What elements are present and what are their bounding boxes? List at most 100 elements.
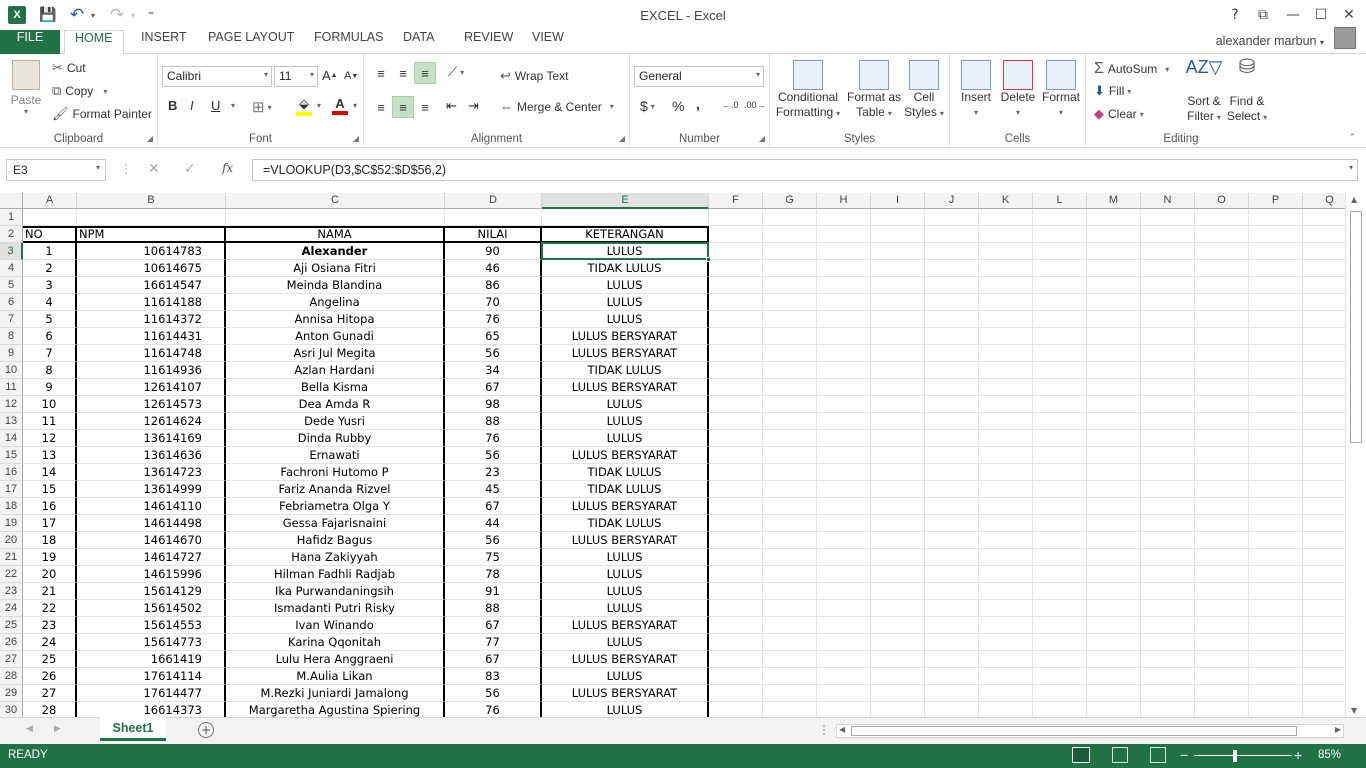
cell-l6[interactable] bbox=[1033, 294, 1087, 311]
tab-data[interactable]: DATA bbox=[393, 30, 444, 54]
cell-c2[interactable]: NAMA bbox=[226, 226, 445, 243]
cell-p4[interactable] bbox=[1249, 260, 1303, 277]
cell-m25[interactable] bbox=[1087, 617, 1141, 634]
cell-a7[interactable]: 5 bbox=[23, 311, 77, 328]
cell-l24[interactable] bbox=[1033, 600, 1087, 617]
cell-m5[interactable] bbox=[1087, 277, 1141, 294]
cell-f9[interactable] bbox=[709, 345, 763, 362]
insert-cells-button[interactable]: Insert ▾ bbox=[956, 60, 996, 120]
cell-m16[interactable] bbox=[1087, 464, 1141, 481]
row-header[interactable]: 5 bbox=[0, 277, 23, 294]
cell-n26[interactable] bbox=[1141, 634, 1195, 651]
cell-d30[interactable]: 76 bbox=[445, 702, 542, 717]
cell-e27[interactable]: LULUS BERSYARAT bbox=[542, 651, 709, 668]
cell-k29[interactable] bbox=[979, 685, 1033, 702]
cell-h29[interactable] bbox=[817, 685, 871, 702]
cell-p16[interactable] bbox=[1249, 464, 1303, 481]
cell-d4[interactable]: 46 bbox=[445, 260, 542, 277]
cell-l8[interactable] bbox=[1033, 328, 1087, 345]
cell-e19[interactable]: TIDAK LULUS bbox=[542, 515, 709, 532]
cell-f15[interactable] bbox=[709, 447, 763, 464]
cell-c28[interactable]: M.Aulia Likan bbox=[226, 668, 445, 685]
align-bottom-icon[interactable]: ≡ bbox=[414, 62, 436, 84]
user-name[interactable]: alexander marbun ▾ bbox=[1216, 34, 1324, 48]
format-cells-button[interactable]: Format ▾ bbox=[1040, 60, 1082, 120]
cell-f29[interactable] bbox=[709, 685, 763, 702]
cell-d11[interactable]: 67 bbox=[445, 379, 542, 396]
cell-q18[interactable] bbox=[1303, 498, 1345, 515]
italic-button[interactable]: I bbox=[190, 98, 194, 113]
cell-k10[interactable] bbox=[979, 362, 1033, 379]
cell-m20[interactable] bbox=[1087, 532, 1141, 549]
cell-b14[interactable]: 13614169 bbox=[77, 430, 226, 447]
cell-o28[interactable] bbox=[1195, 668, 1249, 685]
cell-n16[interactable] bbox=[1141, 464, 1195, 481]
cell-q6[interactable] bbox=[1303, 294, 1345, 311]
cell-o14[interactable] bbox=[1195, 430, 1249, 447]
cell-q26[interactable] bbox=[1303, 634, 1345, 651]
cell-o5[interactable] bbox=[1195, 277, 1249, 294]
cell-a18[interactable]: 16 bbox=[23, 498, 77, 515]
cell-o6[interactable] bbox=[1195, 294, 1249, 311]
cell-b15[interactable]: 13614636 bbox=[77, 447, 226, 464]
cell-h2[interactable] bbox=[817, 226, 871, 243]
cell-o25[interactable] bbox=[1195, 617, 1249, 634]
cell-q12[interactable] bbox=[1303, 396, 1345, 413]
row-header[interactable]: 26 bbox=[0, 634, 23, 651]
cell-p21[interactable] bbox=[1249, 549, 1303, 566]
column-header-m[interactable]: M bbox=[1087, 193, 1141, 209]
cell-j16[interactable] bbox=[925, 464, 979, 481]
cell-l15[interactable] bbox=[1033, 447, 1087, 464]
cell-j28[interactable] bbox=[925, 668, 979, 685]
cell-h28[interactable] bbox=[817, 668, 871, 685]
cell-i16[interactable] bbox=[871, 464, 925, 481]
decrease-indent-icon[interactable]: ⇤ bbox=[446, 98, 457, 114]
cell-b22[interactable]: 14615996 bbox=[77, 566, 226, 583]
format-painter-button[interactable]: 🖌 Format Painter bbox=[52, 106, 152, 122]
cell-p18[interactable] bbox=[1249, 498, 1303, 515]
cell-d3[interactable]: 90 bbox=[445, 243, 542, 260]
cell-e26[interactable]: LULUS bbox=[542, 634, 709, 651]
column-header-e[interactable]: E bbox=[542, 193, 709, 209]
zoom-level[interactable]: 85% bbox=[1318, 749, 1341, 761]
cell-g18[interactable] bbox=[763, 498, 817, 515]
cell-d8[interactable]: 65 bbox=[445, 328, 542, 345]
cell-a17[interactable]: 15 bbox=[23, 481, 77, 498]
cell-f30[interactable] bbox=[709, 702, 763, 717]
cell-p26[interactable] bbox=[1249, 634, 1303, 651]
cell-l9[interactable] bbox=[1033, 345, 1087, 362]
row-header[interactable]: 14 bbox=[0, 430, 23, 447]
cell-h8[interactable] bbox=[817, 328, 871, 345]
cell-f21[interactable] bbox=[709, 549, 763, 566]
cell-d5[interactable]: 86 bbox=[445, 277, 542, 294]
cell-b7[interactable]: 11614372 bbox=[77, 311, 226, 328]
cell-k5[interactable] bbox=[979, 277, 1033, 294]
column-header-l[interactable]: L bbox=[1033, 193, 1087, 209]
cell-l25[interactable] bbox=[1033, 617, 1087, 634]
tab-view[interactable]: VIEW bbox=[522, 30, 574, 54]
cell-g19[interactable] bbox=[763, 515, 817, 532]
cell-b25[interactable]: 15614553 bbox=[77, 617, 226, 634]
cell-a5[interactable]: 3 bbox=[23, 277, 77, 294]
cell-k18[interactable] bbox=[979, 498, 1033, 515]
cell-e29[interactable]: LULUS BERSYARAT bbox=[542, 685, 709, 702]
cell-m13[interactable] bbox=[1087, 413, 1141, 430]
cell-i14[interactable] bbox=[871, 430, 925, 447]
cell-m7[interactable] bbox=[1087, 311, 1141, 328]
cell-n1[interactable] bbox=[1141, 209, 1195, 226]
cell-d13[interactable]: 88 bbox=[445, 413, 542, 430]
cell-styles-button[interactable]: Cell Styles ▾ bbox=[904, 60, 944, 121]
cell-i11[interactable] bbox=[871, 379, 925, 396]
cell-f28[interactable] bbox=[709, 668, 763, 685]
cell-c18[interactable]: Febriametra Olga Y bbox=[226, 498, 445, 515]
cell-c20[interactable]: Hafidz Bagus bbox=[226, 532, 445, 549]
cell-e30[interactable]: LULUS bbox=[542, 702, 709, 717]
cell-q3[interactable] bbox=[1303, 243, 1345, 260]
cell-d27[interactable]: 67 bbox=[445, 651, 542, 668]
cell-a26[interactable]: 24 bbox=[23, 634, 77, 651]
row-header[interactable]: 20 bbox=[0, 532, 23, 549]
cell-o26[interactable] bbox=[1195, 634, 1249, 651]
cell-a29[interactable]: 27 bbox=[23, 685, 77, 702]
row-header[interactable]: 21 bbox=[0, 549, 23, 566]
cell-h14[interactable] bbox=[817, 430, 871, 447]
